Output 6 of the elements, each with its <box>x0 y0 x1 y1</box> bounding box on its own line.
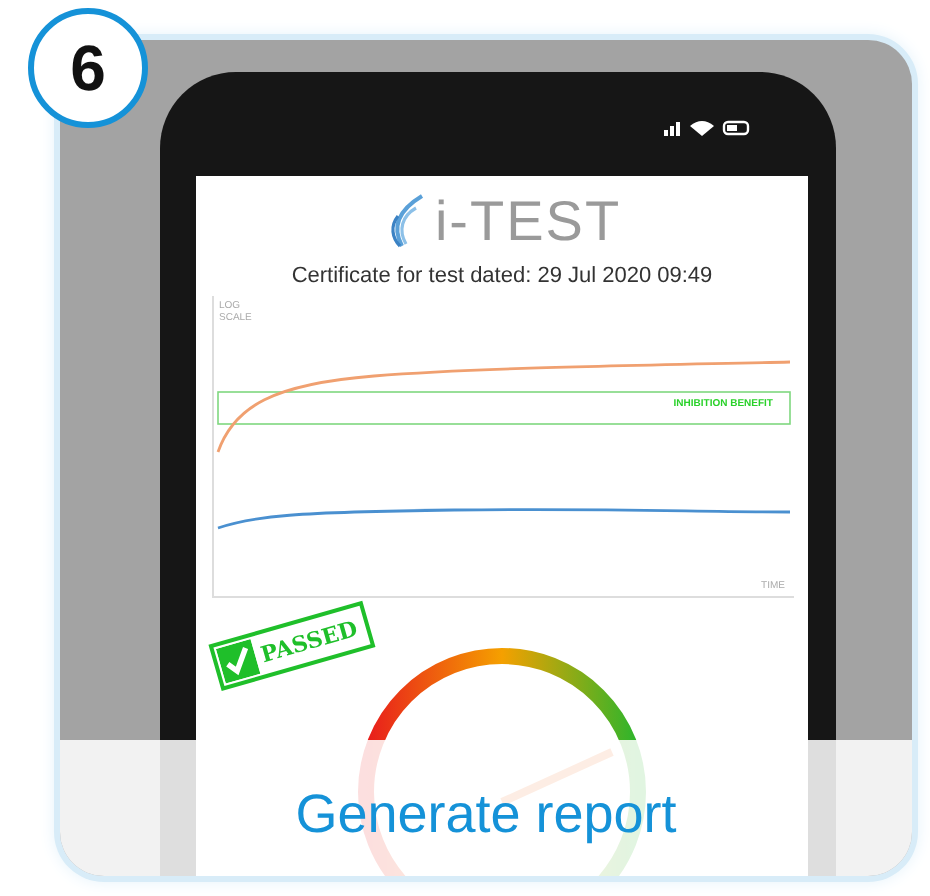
certificate-title: Certificate for test dated: 29 Jul 2020 09:49 <box>291 264 713 288</box>
generate-report-button[interactable]: Generate report <box>287 783 685 845</box>
step-number-badge: 6 <box>28 8 148 128</box>
status-icons-icon <box>664 118 752 138</box>
logo-text: i-TEST <box>434 192 622 252</box>
check-icon <box>215 639 261 684</box>
